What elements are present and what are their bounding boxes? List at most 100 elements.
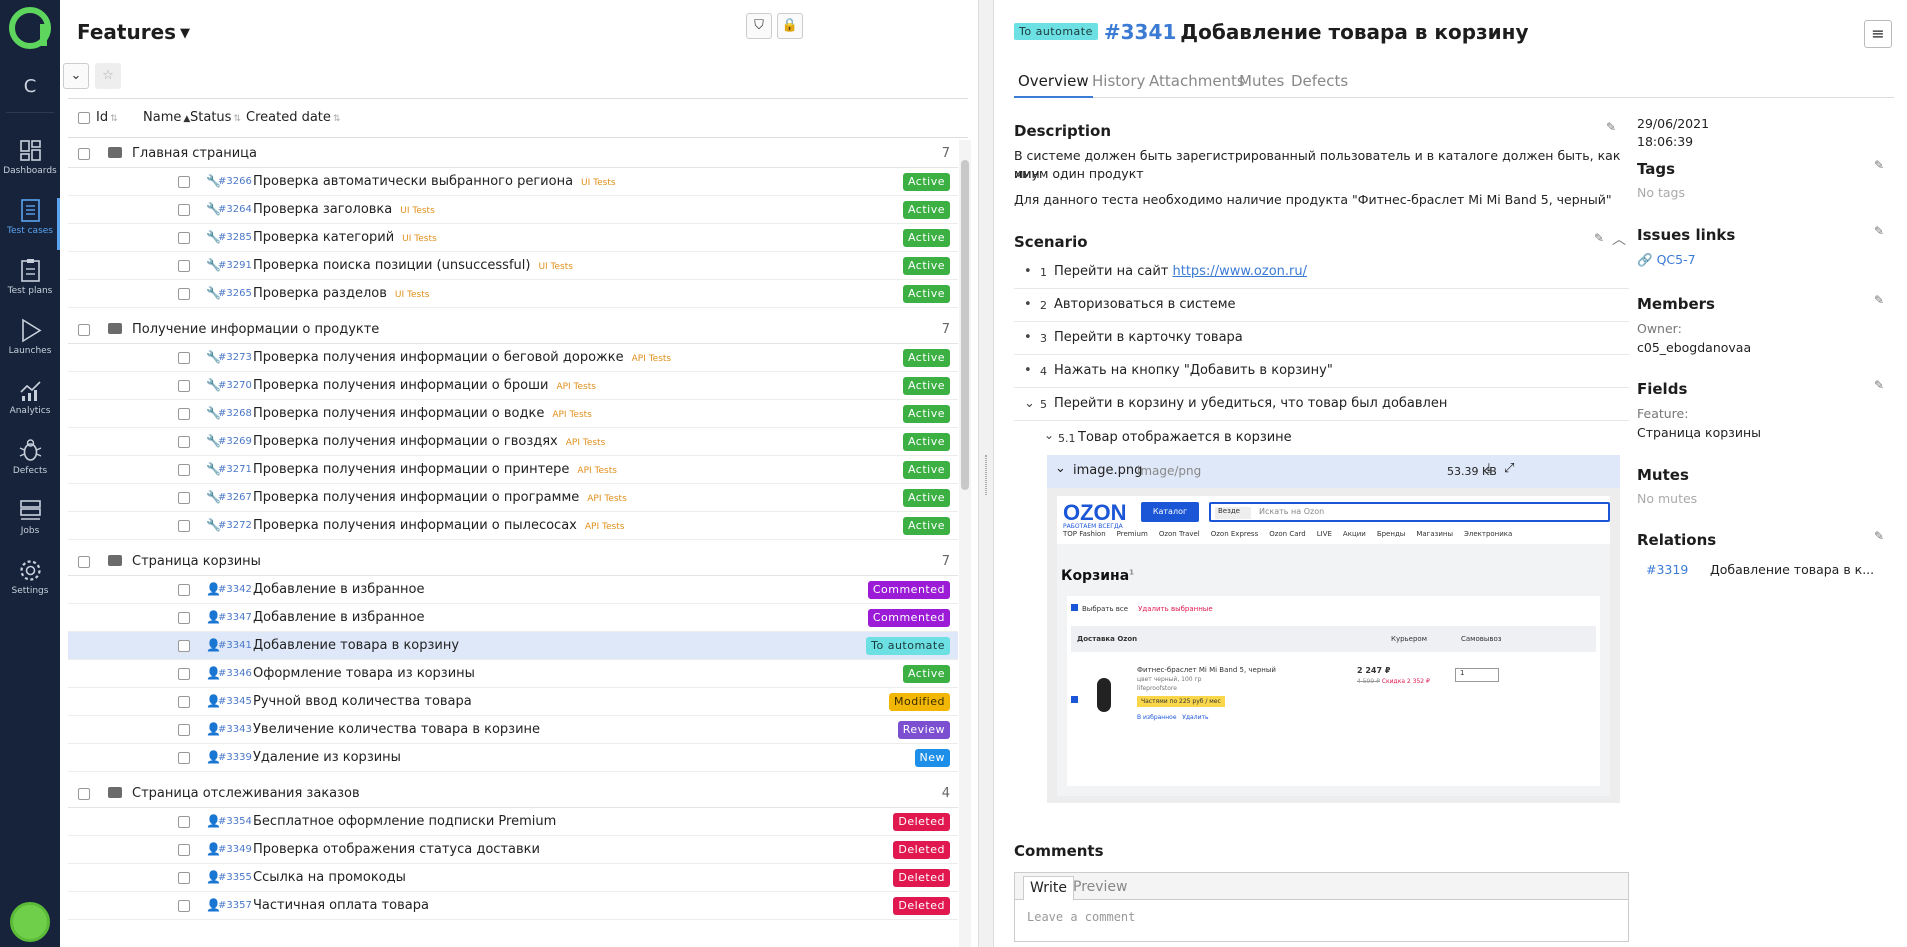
edit-members-icon[interactable]: ✎ <box>1874 293 1884 307</box>
edit-tags-icon[interactable]: ✎ <box>1874 158 1884 172</box>
edit-fields-icon[interactable]: ✎ <box>1874 378 1884 392</box>
chevron-up-icon[interactable]: ︿ <box>1612 229 1626 249</box>
chevron-down-icon[interactable]: ⌄ <box>1044 428 1054 442</box>
table-row[interactable]: 🔧 #3291 Проверка поиска позиции (unsuccess… <box>68 252 958 280</box>
group-checkbox[interactable] <box>78 324 90 336</box>
tab-attachments[interactable]: Attachments <box>1149 72 1245 90</box>
row-checkbox[interactable] <box>178 436 190 448</box>
row-checkbox[interactable] <box>178 204 190 216</box>
row-checkbox[interactable] <box>178 844 190 856</box>
tree-title[interactable]: Features ▼ <box>77 20 190 44</box>
table-row[interactable]: 🔧 #3265 Проверка разделов UI Tests Active <box>68 280 958 308</box>
table-row[interactable]: 🔧 #3272 Проверка получения информации о пы… <box>68 512 958 540</box>
table-row[interactable]: 👤 #3349 Проверка отображения статуса доста… <box>68 836 958 864</box>
step-link[interactable]: https://www.ozon.ru/ <box>1173 264 1308 279</box>
attachment-preview[interactable]: OZON РАБОТАЕМ ВСЕГДА Каталог Везде Искат… <box>1047 488 1620 803</box>
row-checkbox[interactable] <box>178 816 190 828</box>
app-logo-icon[interactable] <box>8 6 52 50</box>
column-id[interactable]: Id ⇅ <box>96 110 118 125</box>
row-checkbox[interactable] <box>178 612 190 624</box>
row-checkbox[interactable] <box>178 900 190 912</box>
chevron-down-icon[interactable]: ⌄ <box>1055 461 1066 476</box>
project-switcher[interactable]: C <box>0 76 60 97</box>
row-checkbox[interactable] <box>178 724 190 736</box>
row-checkbox[interactable] <box>178 696 190 708</box>
table-row[interactable]: 🔧 #3269 Проверка получения информации о гв… <box>68 428 958 456</box>
panel-resizer[interactable] <box>978 0 994 947</box>
row-checkbox[interactable] <box>178 520 190 532</box>
table-row[interactable]: 👤 #3343 Увеличение количества товара в кор… <box>68 716 958 744</box>
group-row[interactable]: Страница корзины 7 <box>68 548 958 576</box>
tab-mutes[interactable]: Mutes <box>1239 72 1284 90</box>
edit-scenario-icon[interactable]: ✎ <box>1594 231 1604 245</box>
tab-overview[interactable]: Overview <box>1014 72 1093 98</box>
nav-item-launches[interactable]: Launches <box>0 318 60 376</box>
table-row[interactable]: 👤 #3346 Оформление товара из корзины Active <box>68 660 958 688</box>
comment-input[interactable]: Leave a comment <box>1027 910 1135 924</box>
row-checkbox[interactable] <box>178 260 190 272</box>
row-checkbox[interactable] <box>178 408 190 420</box>
table-row[interactable]: 👤 #3347 Добавление в избранное Commented <box>68 604 958 632</box>
table-row[interactable]: 👤 #3357 Частичная оплата товара Deleted <box>68 892 958 920</box>
table-row[interactable]: 👤 #3355 Ссылка на промокоды Deleted <box>68 864 958 892</box>
download-icon[interactable]: ⤓ <box>1486 461 1492 476</box>
row-checkbox[interactable] <box>178 668 190 680</box>
tab-history[interactable]: History <box>1092 72 1145 90</box>
row-checkbox[interactable] <box>178 176 190 188</box>
row-checkbox[interactable] <box>178 752 190 764</box>
row-checkbox[interactable] <box>178 380 190 392</box>
relation-id[interactable]: #3319 <box>1646 562 1688 577</box>
table-row[interactable]: 🔧 #3264 Проверка заголовка UI Tests Active <box>68 196 958 224</box>
table-row[interactable]: 🔧 #3270 Проверка получения информации о бр… <box>68 372 958 400</box>
table-row[interactable]: 🔧 #3266 Проверка автоматически выбранного … <box>68 168 958 196</box>
tab-preview[interactable]: Preview <box>1067 876 1134 900</box>
collapse-button[interactable]: ⌄ <box>63 63 89 89</box>
filter-button[interactable]: ⛉ <box>746 13 772 39</box>
issue-link[interactable]: 🔗 QC5-7 <box>1637 252 1696 268</box>
edit-relations-icon[interactable]: ✎ <box>1874 529 1884 543</box>
table-row[interactable]: 👤 #3354 Бесплатное оформление подписки Pre… <box>68 808 958 836</box>
expand-icon[interactable]: ⤢ <box>1504 461 1514 476</box>
lock-button[interactable]: 🔒 <box>777 13 803 39</box>
nav-item-settings[interactable]: Settings <box>0 558 60 616</box>
attachment-name[interactable]: image.png <box>1073 463 1142 478</box>
row-checkbox[interactable] <box>178 288 190 300</box>
tab-defects[interactable]: Defects <box>1291 72 1348 90</box>
column-status[interactable]: Status ⇅ <box>190 110 241 125</box>
group-checkbox[interactable] <box>78 788 90 800</box>
group-checkbox[interactable] <box>78 148 90 160</box>
user-avatar[interactable] <box>10 902 50 942</box>
nav-item-test-plans[interactable]: Test plans <box>0 258 60 316</box>
group-checkbox[interactable] <box>78 556 90 568</box>
row-checkbox[interactable] <box>178 872 190 884</box>
table-row[interactable]: 👤 #3339 Удаление из корзины New <box>68 744 958 772</box>
row-checkbox[interactable] <box>178 640 190 652</box>
row-checkbox[interactable] <box>178 232 190 244</box>
nav-item-defects[interactable]: Defects <box>0 438 60 496</box>
menu-button[interactable]: ≡ <box>1864 20 1892 48</box>
edit-issues-icon[interactable]: ✎ <box>1874 224 1884 238</box>
table-row[interactable]: 🔧 #3273 Проверка получения информации о бе… <box>68 344 958 372</box>
chevron-down-icon[interactable]: ⌄ <box>1024 396 1035 411</box>
table-row[interactable]: 👤 #3345 Ручной ввод количества товара Modif… <box>68 688 958 716</box>
table-row[interactable]: 🔧 #3285 Проверка категорий UI Tests Active <box>68 224 958 252</box>
column-name[interactable]: Name ▲ <box>143 110 190 125</box>
row-checkbox[interactable] <box>178 464 190 476</box>
scrollbar-thumb[interactable] <box>961 160 969 490</box>
table-row[interactable]: 🔧 #3267 Проверка получения информации о пр… <box>68 484 958 512</box>
group-row[interactable]: Главная страница 7 <box>68 140 958 168</box>
relation-name[interactable]: Добавление товара в к... <box>1710 562 1874 577</box>
row-checkbox[interactable] <box>178 584 190 596</box>
nav-item-analytics[interactable]: Analytics <box>0 378 60 436</box>
nav-item-dashboards[interactable]: Dashboards <box>0 138 60 196</box>
table-row[interactable]: 🔧 #3271 Проверка получения информации о пр… <box>68 456 958 484</box>
row-checkbox[interactable] <box>178 492 190 504</box>
table-row[interactable]: 🔧 #3268 Проверка получения информации о во… <box>68 400 958 428</box>
list-scrollbar[interactable] <box>959 140 971 947</box>
edit-description-icon[interactable]: ✎ <box>1606 120 1616 134</box>
table-row[interactable]: 👤 #3342 Добавление в избранное Commented <box>68 576 958 604</box>
row-checkbox[interactable] <box>178 352 190 364</box>
select-all-checkbox[interactable] <box>78 112 90 124</box>
group-row[interactable]: Страница отслеживания заказов 4 <box>68 780 958 808</box>
table-row[interactable]: 👤 #3341 Добавление товара в корзину To auto… <box>68 632 958 660</box>
